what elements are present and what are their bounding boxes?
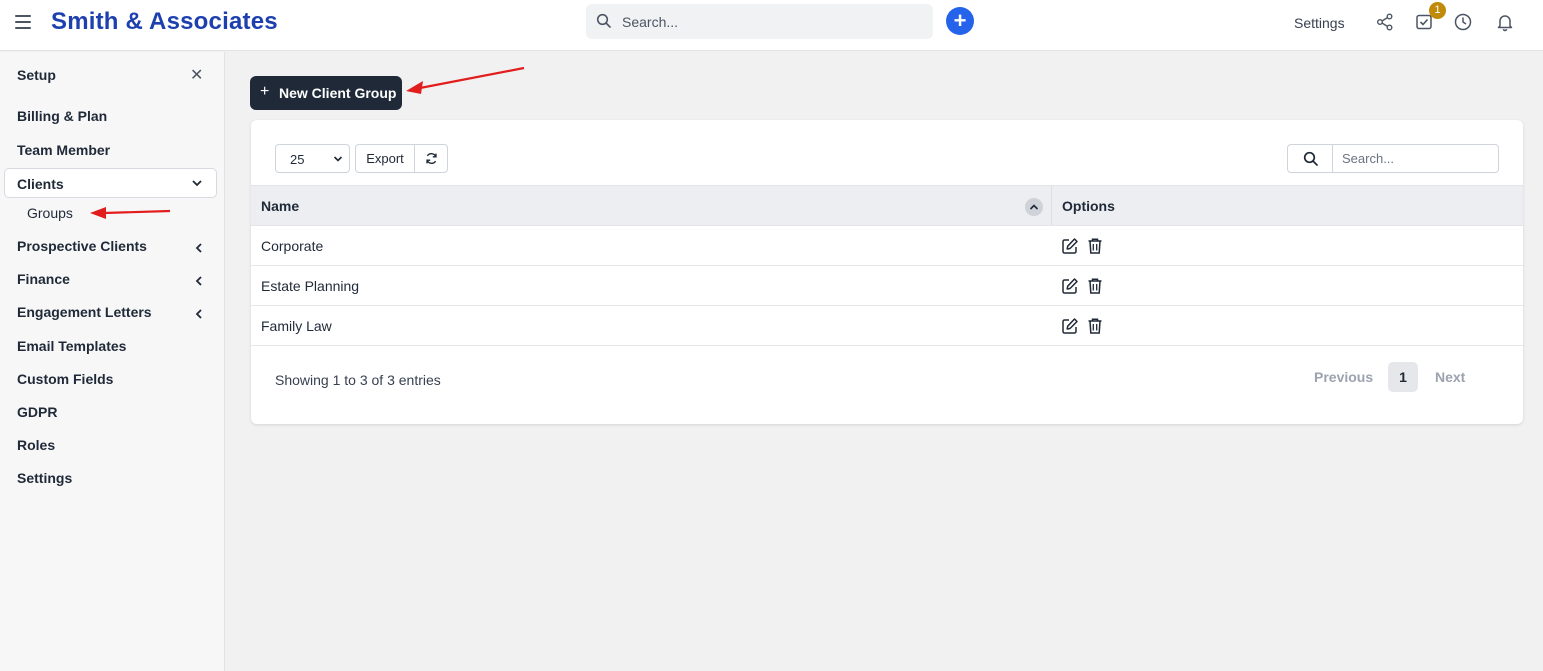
plus-icon: + [260,83,270,100]
header-settings-link[interactable]: Settings [1294,15,1345,31]
table-header: Name Options [251,185,1523,226]
sidebar-item-custom-fields[interactable]: Custom Fields [17,371,113,387]
global-search-input[interactable] [622,4,922,39]
table-info: Showing 1 to 3 of 3 entries [275,372,441,388]
trash-icon[interactable] [1087,317,1103,335]
chevron-down-icon [333,156,343,162]
sidebar-item-finance[interactable]: Finance [17,271,70,287]
annotation-arrow-new-button [406,66,525,94]
trash-icon[interactable] [1087,277,1103,295]
column-header-name[interactable]: Name [261,198,299,214]
chevron-left-icon [195,276,202,286]
sidebar-item-clients[interactable]: Clients [4,168,217,198]
chevron-down-icon [192,180,202,187]
search-icon [1303,151,1318,166]
sidebar-item-groups[interactable]: Groups [27,205,73,221]
global-search[interactable] [586,4,933,39]
sidebar-item-team-member[interactable]: Team Member [17,142,110,158]
edit-icon[interactable] [1061,237,1079,255]
edit-icon[interactable] [1061,277,1079,295]
trash-icon[interactable] [1087,237,1103,255]
group-name: Corporate [261,238,324,254]
column-header-options: Options [1062,198,1115,214]
sidebar-item-prospective-clients[interactable]: Prospective Clients [17,238,147,254]
chevron-up-icon [1029,204,1039,210]
sidebar-item-engagement-letters[interactable]: Engagement Letters [17,304,152,320]
search-icon [596,13,611,28]
sidebar-item-roles[interactable]: Roles [17,437,55,453]
setup-sidebar: Setup ✕ Billing & Plan Team Member Clien… [0,52,225,671]
table-search-button[interactable] [1287,144,1333,173]
export-button[interactable]: Export [355,144,415,173]
pagination-next[interactable]: Next [1435,369,1465,385]
close-icon[interactable]: ✕ [190,65,203,85]
sidebar-item-billing[interactable]: Billing & Plan [17,108,107,124]
bell-icon[interactable] [1495,12,1515,32]
sidebar-title: Setup [17,67,56,83]
table-row: Corporate [251,226,1523,266]
tasks-badge: 1 [1429,2,1446,19]
refresh-icon [426,153,437,164]
share-icon[interactable] [1375,12,1395,32]
refresh-button[interactable] [414,144,448,173]
sort-button[interactable] [1025,198,1043,216]
column-divider [1051,186,1052,226]
sidebar-item-settings[interactable]: Settings [17,470,72,486]
groups-table-card: 25 Export Name Options Corporate Estate … [251,120,1523,424]
table-search-input[interactable] [1332,144,1499,173]
sidebar-item-email-templates[interactable]: Email Templates [17,338,126,354]
table-row: Family Law [251,306,1523,346]
pagination-previous[interactable]: Previous [1314,369,1373,385]
new-client-group-button[interactable]: + New Client Group [250,76,402,110]
sidebar-item-gdpr[interactable]: GDPR [17,404,57,420]
group-name: Family Law [261,318,332,334]
group-name: Estate Planning [261,278,360,294]
sidebar-item-label: Clients [17,176,64,192]
menu-icon[interactable] [15,15,31,29]
pagination-page-1[interactable]: 1 [1388,362,1418,392]
top-header: Smith & Associates + Settings 1 [0,0,1543,51]
clock-icon[interactable] [1453,12,1473,32]
chevron-left-icon [195,243,202,253]
brand-title[interactable]: Smith & Associates [51,8,278,36]
quick-add-button[interactable]: + [946,7,974,35]
page-length-select[interactable]: 25 [275,144,350,173]
chevron-left-icon [195,309,202,319]
table-row: Estate Planning [251,266,1523,306]
edit-icon[interactable] [1061,317,1079,335]
